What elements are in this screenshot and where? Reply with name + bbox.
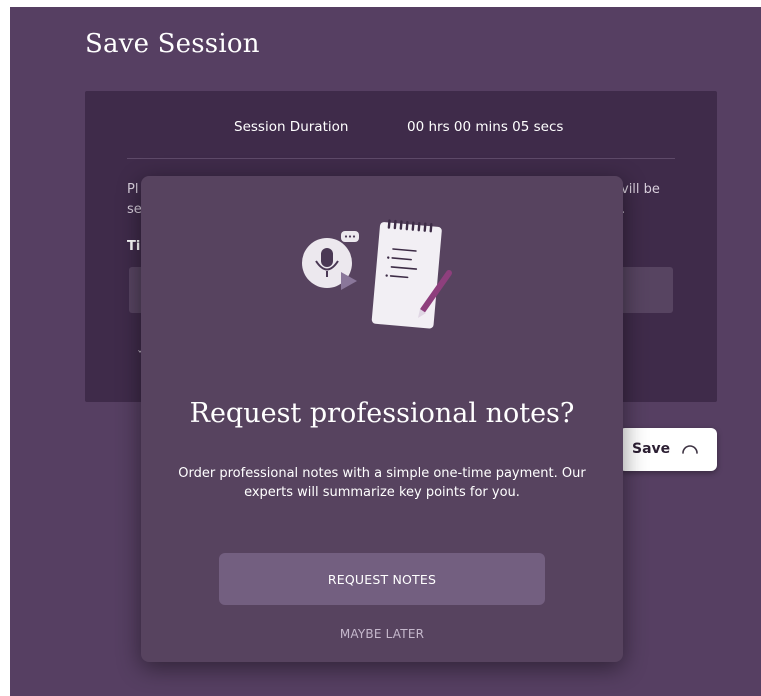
duration-row: Session Duration 00 hrs 00 mins 05 secs	[85, 119, 717, 139]
card-divider	[127, 158, 675, 159]
card-description-left: Pl se	[127, 180, 142, 220]
modal-description: Order professional notes with a simple o…	[178, 466, 586, 500]
save-button-label: Save	[632, 441, 671, 457]
notepad-and-microphone-illustration	[291, 214, 471, 344]
title-field-label: Ti	[127, 239, 141, 254]
page-title: Save Session	[85, 29, 260, 59]
microphone-icon	[302, 231, 359, 290]
card-description-right-line1: vill be	[621, 182, 660, 197]
app-frame: Save Session Session Duration 00 hrs 00 …	[10, 7, 761, 696]
card-description-right-line2: .	[621, 202, 626, 217]
notepad-icon	[371, 219, 442, 329]
card-description-right: vill be .	[621, 180, 660, 220]
modal-title: Request professional notes?	[189, 398, 575, 429]
maybe-later-link[interactable]: MAYBE LATER	[141, 627, 623, 641]
loading-spinner-icon	[680, 440, 700, 464]
save-button[interactable]: Save	[619, 428, 717, 471]
request-notes-modal: Request professional notes? Order profes…	[141, 176, 623, 662]
request-notes-button[interactable]: REQUEST NOTES	[219, 553, 545, 605]
duration-label: Session Duration	[234, 119, 349, 135]
card-description-left-line1: Pl	[127, 182, 139, 197]
card-description-left-line2: se	[127, 202, 142, 217]
duration-value: 00 hrs 00 mins 05 secs	[407, 119, 564, 135]
